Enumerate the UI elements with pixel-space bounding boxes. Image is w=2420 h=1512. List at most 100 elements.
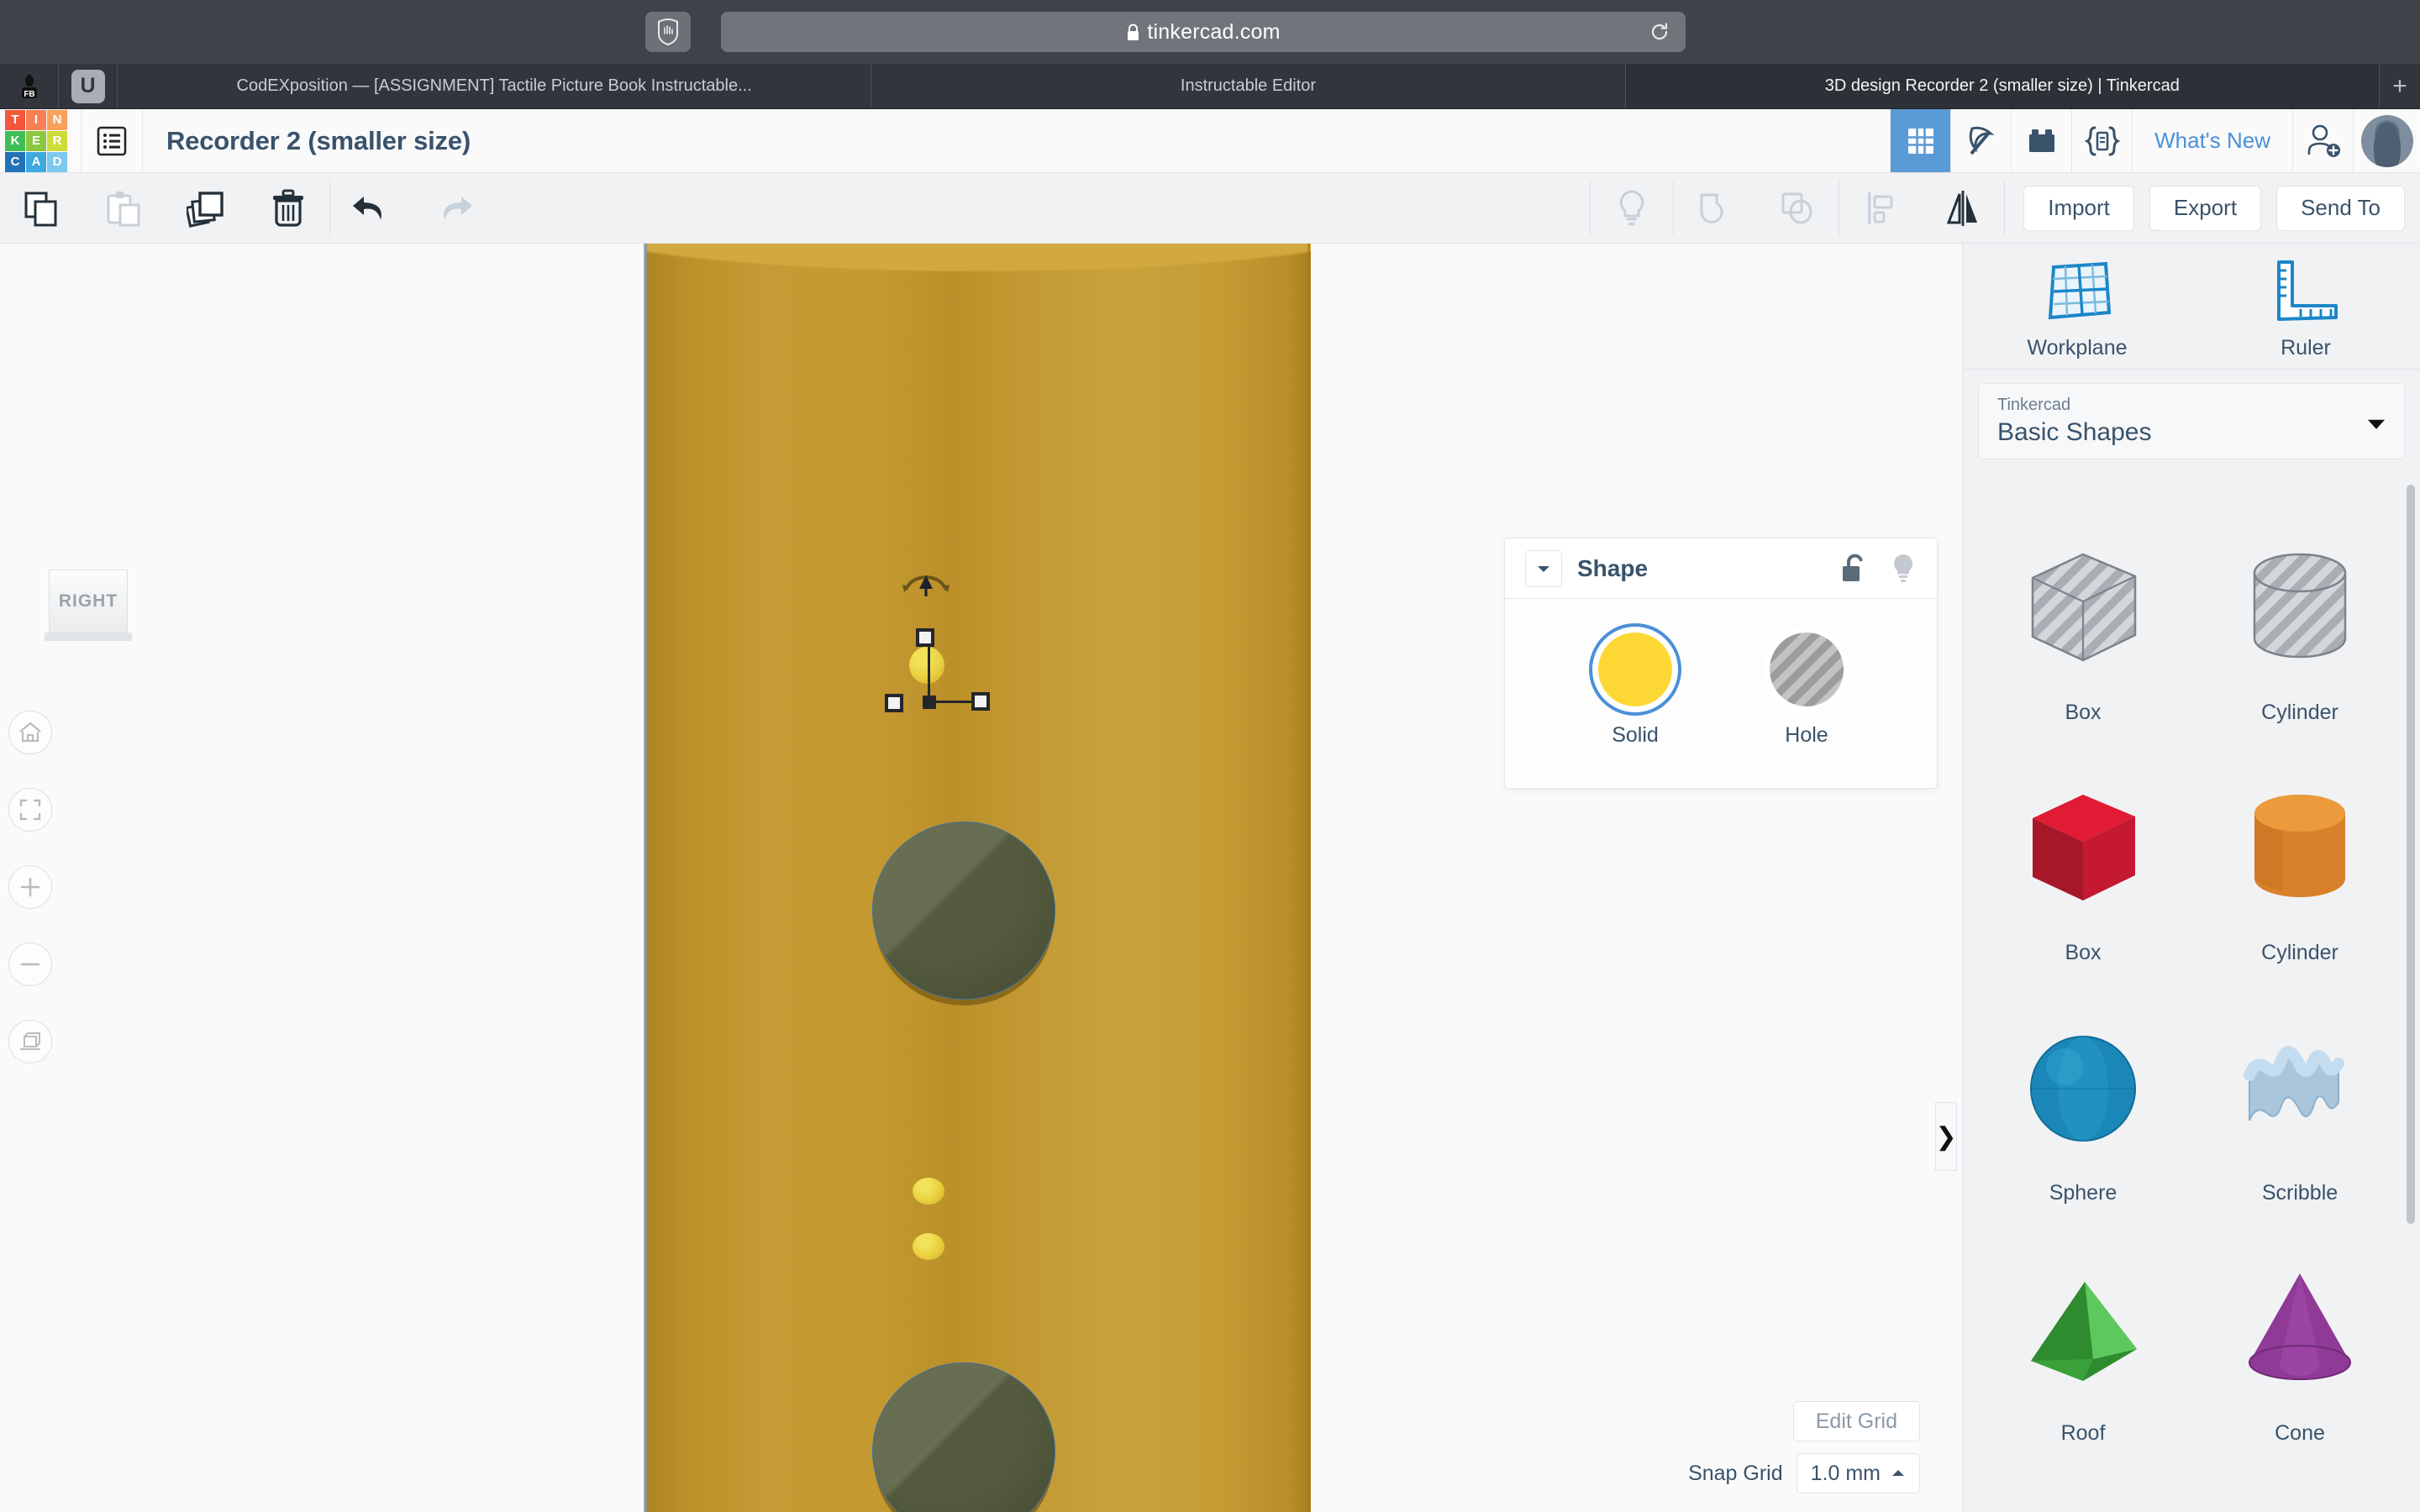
send-to-label: Send To xyxy=(2301,195,2381,220)
design-canvas[interactable]: RIGHT Edit Grid Snap Grid 1.0 mm xyxy=(0,244,1962,1512)
shape-item-sphere[interactable]: Sphere xyxy=(1975,972,2191,1209)
workplane-icon xyxy=(2048,261,2112,320)
gizmo-handle-right[interactable] xyxy=(971,692,990,711)
shape-library-picker[interactable]: Tinkercad Basic Shapes xyxy=(1978,383,2405,459)
lightbulb-icon[interactable] xyxy=(1890,553,1917,585)
gizmo-origin[interactable] xyxy=(923,696,936,709)
shield-button[interactable] xyxy=(645,12,691,52)
shape-item-cylinder-solid[interactable]: Cylinder xyxy=(2191,732,2408,969)
gallery-grid-button[interactable] xyxy=(1890,109,1951,172)
gizmo-handle-left[interactable] xyxy=(885,694,903,712)
workplane-tool[interactable]: Workplane xyxy=(1963,259,2191,360)
dot-sphere-1[interactable] xyxy=(913,1178,944,1205)
ruler-tool[interactable]: Ruler xyxy=(2191,259,2420,360)
import-button[interactable]: Import xyxy=(2023,185,2134,231)
rotate-handle[interactable] xyxy=(901,571,951,600)
address-bar[interactable]: tinkercad.com xyxy=(721,12,1686,52)
perspective-toggle-button[interactable] xyxy=(8,1020,52,1063)
reload-icon[interactable] xyxy=(1649,21,1670,43)
shape-item-roof[interactable]: Roof xyxy=(1975,1212,2191,1449)
sidebar-tools: Workplane Ruler xyxy=(1963,244,2420,369)
shape-label: Sphere xyxy=(2049,1181,2118,1205)
shape-label: Box xyxy=(2065,941,2102,964)
io-buttons-group: Import Export Send To xyxy=(2005,173,2420,243)
export-button[interactable]: Export xyxy=(2149,185,2262,231)
box-solid-icon xyxy=(2033,795,2135,900)
edit-grid-button[interactable]: Edit Grid xyxy=(1792,1401,1920,1441)
profile-chip-cell[interactable]: U xyxy=(59,64,118,108)
cylinder-solid-icon xyxy=(2254,795,2345,897)
redo-button[interactable] xyxy=(413,173,495,243)
duplicate-icon xyxy=(187,191,224,228)
shape-panel-collapse-button[interactable] xyxy=(1525,549,1562,587)
body-edge-right xyxy=(1307,244,1310,1512)
hole-label: Hole xyxy=(1785,723,1828,747)
shape-option-hole[interactable]: Hole xyxy=(1770,633,1844,748)
browser-tab-1[interactable]: CodEXposition — [ASSIGNMENT] Tactile Pic… xyxy=(118,64,872,108)
new-tab-button[interactable]: + xyxy=(2380,64,2420,108)
minecraft-button[interactable] xyxy=(1950,109,2011,172)
shape-item-box-hole[interactable]: Box xyxy=(1975,491,2191,728)
tone-hole-1[interactable] xyxy=(872,822,1055,1000)
undo-button[interactable] xyxy=(330,173,413,243)
list-menu-icon xyxy=(97,126,127,155)
favicon-fb-icon: FB xyxy=(21,73,37,99)
logo-tile-0: T xyxy=(5,109,25,130)
shape-option-solid[interactable]: Solid xyxy=(1598,633,1672,748)
url-value: tinkercad.com xyxy=(1147,19,1281,44)
roof-icon xyxy=(2031,1282,2137,1381)
browser-tab-1-title: CodEXposition — [ASSIGNMENT] Tactile Pic… xyxy=(236,76,752,95)
delete-button[interactable] xyxy=(247,173,329,243)
ungroup-icon xyxy=(1781,192,1812,223)
whats-new-link[interactable]: What's New xyxy=(2132,109,2292,172)
view-cube[interactable]: RIGHT xyxy=(45,570,132,641)
shape-item-scribble[interactable]: Scribble xyxy=(2191,972,2408,1209)
browser-tab-2[interactable]: Instructable Editor xyxy=(871,64,1626,108)
avatar-button[interactable] xyxy=(2353,109,2420,172)
snap-grid-select[interactable]: 1.0 mm xyxy=(1796,1453,1920,1494)
site-favicon-cell[interactable]: FB xyxy=(0,64,59,108)
browser-tab-2-title: Instructable Editor xyxy=(1180,76,1317,95)
logo-tile-5: R xyxy=(47,130,67,151)
codeblocks-button[interactable] xyxy=(2071,109,2132,172)
shape-item-cone[interactable]: Cone xyxy=(2191,1212,2408,1449)
paste-button[interactable] xyxy=(82,173,165,243)
shape-item-cylinder-hole[interactable]: Cylinder xyxy=(2191,491,2408,728)
home-view-button[interactable] xyxy=(8,711,52,754)
duplicate-button[interactable] xyxy=(165,173,247,243)
transform-gizmo[interactable] xyxy=(885,628,1000,729)
group-icon xyxy=(1700,193,1723,223)
undo-icon xyxy=(353,196,381,220)
recorder-mouthpiece-mesh xyxy=(645,244,1311,301)
ungroup-button[interactable] xyxy=(1756,173,1839,243)
shape-gallery[interactable]: Box Cylinder Box Cylinder Sphere Scribbl… xyxy=(1963,473,2420,1512)
mirror-button[interactable] xyxy=(1922,173,2004,243)
group-button[interactable] xyxy=(1674,173,1756,243)
browser-toolbar: tinkercad.com xyxy=(0,0,2420,64)
fit-to-view-button[interactable] xyxy=(8,788,52,832)
minecraft-pickaxe-icon xyxy=(1969,126,1995,155)
sidebar-collapse-handle[interactable]: ❯ xyxy=(1935,1102,1957,1171)
dot-sphere-2[interactable] xyxy=(913,1233,944,1260)
history-group xyxy=(330,173,495,243)
align-button[interactable] xyxy=(1839,173,1922,243)
grid-controls: Edit Grid Snap Grid 1.0 mm xyxy=(1688,1401,1920,1494)
shape-art xyxy=(2009,764,2157,932)
shape-panel-header: Shape xyxy=(1505,538,1937,599)
zoom-out-button[interactable] xyxy=(8,942,52,986)
send-to-button[interactable]: Send To xyxy=(2276,185,2405,231)
gizmo-handle-top[interactable] xyxy=(916,628,934,647)
zoom-in-button[interactable] xyxy=(8,865,52,909)
lightbulb-button[interactable] xyxy=(1591,173,1673,243)
design-menu-button[interactable] xyxy=(81,109,143,172)
invite-button[interactable] xyxy=(2292,109,2353,172)
unlock-icon[interactable] xyxy=(1839,553,1868,585)
grid-gallery-icon xyxy=(1907,128,1933,154)
shape-item-box-solid[interactable]: Box xyxy=(1975,732,2191,969)
browser-tab-3[interactable]: 3D design Recorder 2 (smaller size) | Ti… xyxy=(1625,64,2380,108)
lego-button[interactable] xyxy=(2011,109,2071,172)
mirror-icon xyxy=(1947,190,1978,226)
gallery-scrollbar[interactable] xyxy=(2407,485,2415,1224)
tinkercad-logo[interactable]: T I N K E R C A D xyxy=(5,109,67,172)
copy-button[interactable] xyxy=(0,173,82,243)
